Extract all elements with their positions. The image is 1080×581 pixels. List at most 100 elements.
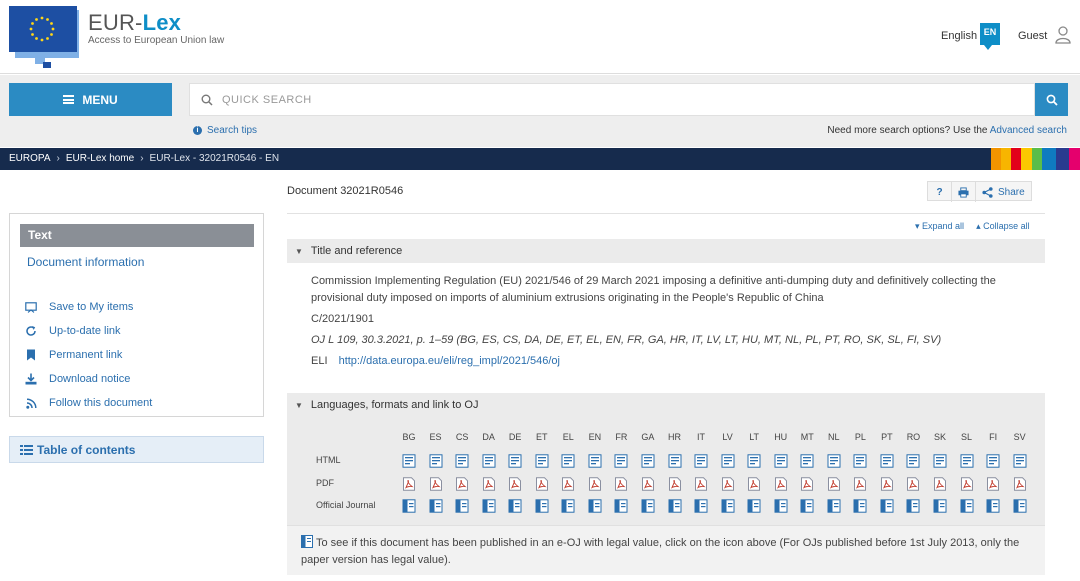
pdf-de-link[interactable] <box>508 477 522 491</box>
html-cs-link[interactable] <box>455 454 469 468</box>
oj-pl-link[interactable] <box>853 499 867 513</box>
pdf-mt-link[interactable] <box>800 477 814 491</box>
pdf-sk-link[interactable] <box>933 477 947 491</box>
user-icon[interactable] <box>1055 26 1071 44</box>
html-sv-link[interactable] <box>1013 454 1027 468</box>
pdf-el-link[interactable] <box>561 477 575 491</box>
eli-link[interactable]: http://data.europa.eu/eli/reg_impl/2021/… <box>339 355 560 367</box>
pdf-ro-link[interactable] <box>906 477 920 491</box>
html-mt-link[interactable] <box>800 454 814 468</box>
pdf-pl-link[interactable] <box>853 477 867 491</box>
oj-et-link[interactable] <box>535 499 549 513</box>
collapse-all-link[interactable]: ▴ Collapse all <box>976 221 1030 232</box>
pdf-nl-link[interactable] <box>827 477 841 491</box>
oj-ga-link[interactable] <box>641 499 655 513</box>
html-nl-link[interactable] <box>827 454 841 468</box>
html-ga-link[interactable] <box>641 454 655 468</box>
permanent-link[interactable]: Permanent link <box>24 343 152 367</box>
menu-button[interactable]: MENU <box>9 83 172 116</box>
download-notice-link[interactable]: Download notice <box>24 367 152 391</box>
pdf-it-link[interactable] <box>694 477 708 491</box>
expand-all-link[interactable]: ▾ Expand all <box>915 221 964 232</box>
quick-search-input[interactable] <box>222 84 1022 115</box>
html-fr-link[interactable] <box>614 454 628 468</box>
pdf-hu-link[interactable] <box>774 477 788 491</box>
html-en-link[interactable] <box>588 454 602 468</box>
brand-name[interactable]: EUR-Lex <box>88 10 181 36</box>
html-el-link[interactable] <box>561 454 575 468</box>
pdf-en-link[interactable] <box>588 477 602 491</box>
html-it-link[interactable] <box>694 454 708 468</box>
html-de-link[interactable] <box>508 454 522 468</box>
html-sl-link[interactable] <box>960 454 974 468</box>
oj-sv-link[interactable] <box>1013 499 1027 513</box>
html-hu-link[interactable] <box>774 454 788 468</box>
oj-hr-link[interactable] <box>668 499 682 513</box>
oj-sl-link[interactable] <box>960 499 974 513</box>
html-bg-link[interactable] <box>402 454 416 468</box>
pdf-lt-link[interactable] <box>747 477 761 491</box>
pdf-es-link[interactable] <box>429 477 443 491</box>
pdf-cs-link[interactable] <box>455 477 469 491</box>
section-languages-formats[interactable]: ▼ Languages, formats and link to OJ <box>287 393 1045 417</box>
pdf-bg-link[interactable] <box>402 477 416 491</box>
pdf-lv-link[interactable] <box>721 477 735 491</box>
pdf-sv-link[interactable] <box>1013 477 1027 491</box>
pdf-ga-link[interactable] <box>641 477 655 491</box>
pdf-et-link[interactable] <box>535 477 549 491</box>
section-title-and-reference[interactable]: ▼ Title and reference <box>287 239 1045 263</box>
help-button[interactable]: ? <box>928 182 952 202</box>
oj-en-link[interactable] <box>588 499 602 513</box>
oj-cs-link[interactable] <box>455 499 469 513</box>
html-es-link[interactable] <box>429 454 443 468</box>
oj-ro-link[interactable] <box>906 499 920 513</box>
oj-lv-link[interactable] <box>721 499 735 513</box>
breadcrumb-eurlex-home[interactable]: EUR-Lex home <box>66 153 134 164</box>
oj-hu-link[interactable] <box>774 499 788 513</box>
html-sk-link[interactable] <box>933 454 947 468</box>
print-button[interactable] <box>952 182 976 202</box>
pdf-hr-link[interactable] <box>668 477 682 491</box>
oj-fr-link[interactable] <box>614 499 628 513</box>
tab-document-information[interactable]: Document information <box>27 255 144 269</box>
advanced-search-link[interactable]: Advanced search <box>990 125 1067 136</box>
pdf-fr-link[interactable] <box>614 477 628 491</box>
quick-search-box[interactable] <box>189 83 1035 116</box>
oj-el-link[interactable] <box>561 499 575 513</box>
html-et-link[interactable] <box>535 454 549 468</box>
html-ro-link[interactable] <box>906 454 920 468</box>
oj-it-link[interactable] <box>694 499 708 513</box>
pdf-sl-link[interactable] <box>960 477 974 491</box>
html-da-link[interactable] <box>482 454 496 468</box>
pdf-fi-link[interactable] <box>986 477 1000 491</box>
oj-sk-link[interactable] <box>933 499 947 513</box>
share-button[interactable]: Share <box>976 182 1031 202</box>
html-hr-link[interactable] <box>668 454 682 468</box>
pdf-pt-link[interactable] <box>880 477 894 491</box>
oj-pt-link[interactable] <box>880 499 894 513</box>
breadcrumb-europa[interactable]: EUROPA <box>9 153 51 164</box>
pdf-da-link[interactable] <box>482 477 496 491</box>
guest-label[interactable]: Guest <box>1018 30 1047 42</box>
html-lv-link[interactable] <box>721 454 735 468</box>
table-of-contents-button[interactable]: Table of contents <box>9 436 264 463</box>
oj-bg-link[interactable] <box>402 499 416 513</box>
html-pl-link[interactable] <box>853 454 867 468</box>
follow-document-link[interactable]: Follow this document <box>24 391 152 415</box>
up-to-date-link[interactable]: Up-to-date link <box>24 319 152 343</box>
search-submit-button[interactable] <box>1035 83 1068 116</box>
tab-text[interactable]: Text <box>20 224 254 247</box>
eurlex-logo[interactable] <box>9 6 79 68</box>
html-fi-link[interactable] <box>986 454 1000 468</box>
oj-mt-link[interactable] <box>800 499 814 513</box>
language-label[interactable]: English <box>941 30 977 42</box>
oj-de-link[interactable] <box>508 499 522 513</box>
oj-lt-link[interactable] <box>747 499 761 513</box>
html-lt-link[interactable] <box>747 454 761 468</box>
save-to-my-items-link[interactable]: Save to My items <box>24 295 152 319</box>
html-pt-link[interactable] <box>880 454 894 468</box>
oj-fi-link[interactable] <box>986 499 1000 513</box>
oj-nl-link[interactable] <box>827 499 841 513</box>
language-selector[interactable]: EN <box>980 23 1000 50</box>
oj-es-link[interactable] <box>429 499 443 513</box>
